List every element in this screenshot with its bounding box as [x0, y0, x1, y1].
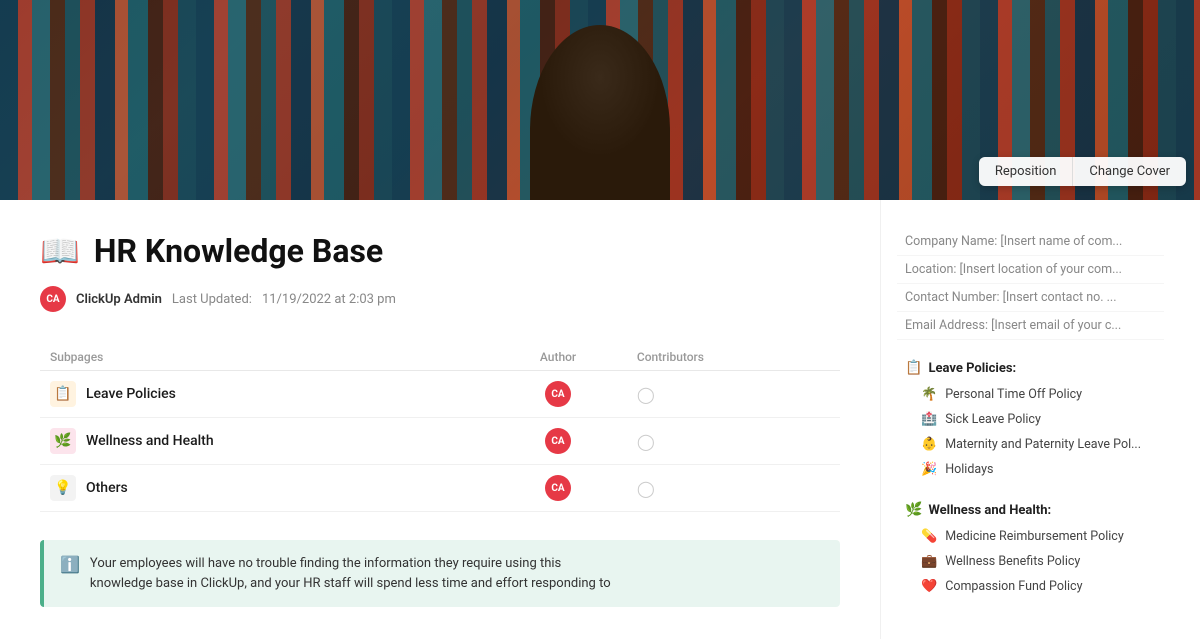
sidebar-item[interactable]: 👶 Maternity and Paternity Leave Pol... — [897, 432, 1164, 457]
sidebar-field[interactable]: Contact Number: [Insert contact no. ... — [897, 284, 1164, 312]
contributor-icon: ◯ — [637, 385, 655, 404]
row-author-avatar: CA — [545, 475, 571, 501]
sidebar-item-label: Maternity and Paternity Leave Pol... — [945, 437, 1141, 452]
sidebar-section-header: 🌿 Wellness and Health: — [897, 496, 1164, 524]
sidebar-section: 🌿 Wellness and Health: 💊 Medicine Reimburse… — [897, 496, 1164, 599]
sidebar-item-label: Sick Leave Policy — [945, 412, 1041, 427]
sidebar-item[interactable]: 🏥 Sick Leave Policy — [897, 407, 1164, 432]
sidebar-item-label: Holidays — [945, 462, 993, 477]
sidebar-field[interactable]: Location: [Insert location of your com..… — [897, 256, 1164, 284]
meta-row: CA ClickUp Admin Last Updated: 11/19/202… — [40, 286, 840, 312]
page-title-icon: 📖 — [40, 232, 80, 270]
contributor-icon: ◯ — [637, 479, 655, 498]
section-title: Leave Policies: — [928, 361, 1016, 376]
section-icon: 🌿 — [905, 502, 922, 518]
sidebar-item[interactable]: 🎉 Holidays — [897, 457, 1164, 482]
sidebar-item-icon: 🏥 — [921, 412, 937, 427]
sidebar-item-label: Medicine Reimbursement Policy — [945, 529, 1124, 544]
sidebar-item-icon: 👶 — [921, 437, 937, 452]
last-updated-value: 11/19/2022 at 2:03 pm — [262, 292, 396, 307]
cover-image: Reposition Change Cover — [0, 0, 1200, 200]
row-author-avatar: CA — [545, 428, 571, 454]
page-title-row: 📖 HR Knowledge Base — [40, 232, 840, 270]
sidebar-item[interactable]: 💼 Wellness Benefits Policy — [897, 549, 1164, 574]
subpage-name: Leave Policies — [86, 386, 176, 402]
author-name: ClickUp Admin — [76, 292, 162, 307]
reposition-button[interactable]: Reposition — [979, 157, 1074, 186]
sidebar-section-header: 📋 Leave Policies: — [897, 354, 1164, 382]
page-title: HR Knowledge Base — [94, 232, 383, 270]
cover-controls: Reposition Change Cover — [979, 157, 1186, 186]
subpage-icon: 📋 — [50, 381, 76, 407]
subpage-icon: 🌿 — [50, 428, 76, 454]
sidebar-item-icon: 🎉 — [921, 462, 937, 477]
sidebar-item-icon: 🌴 — [921, 387, 937, 402]
row-author-avatar: CA — [545, 381, 571, 407]
sidebar-item[interactable]: ❤️ Compassion Fund Policy — [897, 574, 1164, 599]
change-cover-button[interactable]: Change Cover — [1073, 157, 1186, 186]
sidebar-field[interactable]: Company Name: [Insert name of com... — [897, 228, 1164, 256]
sidebar-section: 📋 Leave Policies: 🌴 Personal Time Off Polic… — [897, 354, 1164, 482]
sidebar-item[interactable]: 🌴 Personal Time Off Policy — [897, 382, 1164, 407]
sidebar-item-icon: 💊 — [921, 529, 937, 544]
subpage-icon: 💡 — [50, 475, 76, 501]
section-icon: 📋 — [905, 360, 922, 376]
sidebar-item[interactable]: 💊 Medicine Reimbursement Policy — [897, 524, 1164, 549]
table-row[interactable]: 💡 Others CA ◯ — [40, 465, 840, 512]
table-row[interactable]: 🌿 Wellness and Health CA ◯ — [40, 418, 840, 465]
col-contributors: Contributors — [627, 344, 840, 371]
col-subpages: Subpages — [40, 344, 489, 371]
callout-icon: ℹ️ — [60, 555, 80, 574]
sidebar-field[interactable]: Email Address: [Insert email of your c..… — [897, 312, 1164, 340]
table-row[interactable]: 📋 Leave Policies CA ◯ — [40, 371, 840, 418]
last-updated-label: Last Updated: — [172, 292, 252, 307]
sidebar-item-label: Personal Time Off Policy — [945, 387, 1082, 402]
section-title: Wellness and Health: — [928, 503, 1051, 518]
right-sidebar: Company Name: [Insert name of com...Loca… — [880, 200, 1180, 639]
subpage-name: Wellness and Health — [86, 433, 214, 449]
sidebar-item-label: Compassion Fund Policy — [945, 579, 1082, 594]
sidebar-item-icon: 💼 — [921, 554, 937, 569]
main-layout: 📖 HR Knowledge Base CA ClickUp Admin Las… — [0, 200, 1200, 639]
col-author: Author — [489, 344, 627, 371]
sidebar-item-label: Wellness Benefits Policy — [945, 554, 1080, 569]
content-area: 📖 HR Knowledge Base CA ClickUp Admin Las… — [0, 200, 880, 639]
subpages-table: Subpages Author Contributors 📋 Leave Pol… — [40, 344, 840, 512]
sidebar-item-icon: ❤️ — [921, 579, 937, 594]
subpage-name: Others — [86, 480, 128, 496]
contributor-icon: ◯ — [637, 432, 655, 451]
author-avatar: CA — [40, 286, 66, 312]
